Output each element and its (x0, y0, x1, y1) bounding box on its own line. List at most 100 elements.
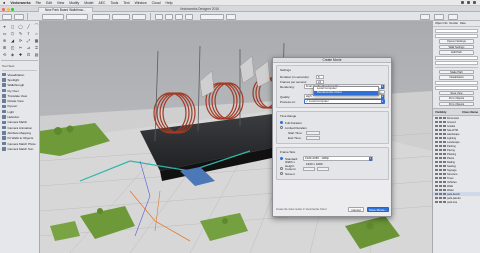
tab-render[interactable]: Render (450, 22, 459, 25)
fit-to-objects-button-2[interactable]: Fit to Objects (439, 101, 474, 106)
menu-aec[interactable]: AEC (98, 1, 105, 5)
grey-checkbox[interactable] (439, 168, 442, 172)
menu-edit[interactable]: Edit (46, 1, 52, 5)
visibility-checkbox[interactable] (435, 192, 438, 196)
object-field-1[interactable] (435, 29, 478, 33)
tool-icon[interactable]: ⟳ (17, 37, 24, 43)
hide-checkbox[interactable] (443, 180, 446, 184)
walkthrough-button[interactable] (185, 13, 193, 20)
flyover-settings-button[interactable]: Flyover Settings (439, 39, 474, 44)
tab-object-info[interactable]: Object Info (435, 22, 448, 25)
tool-icon[interactable]: ◈ (9, 51, 16, 57)
grey-checkbox[interactable] (439, 180, 442, 184)
hide-checkbox[interactable] (443, 172, 446, 176)
tool-icon[interactable]: ⊞ (1, 44, 8, 50)
grey-checkbox[interactable] (439, 116, 442, 120)
saved-views-dropdown[interactable] (200, 13, 224, 20)
hide-checkbox[interactable] (443, 144, 446, 148)
standard-select[interactable]: 1920x1080 - 1080p ▾ (303, 156, 373, 161)
menu-cloud[interactable]: Cloud (152, 1, 161, 5)
flyover-button[interactable] (175, 13, 183, 20)
make-path-button[interactable]: Make Path (439, 69, 474, 74)
grey-checkbox[interactable] (439, 156, 442, 160)
tool-icon[interactable]: ⤢ (25, 37, 32, 43)
save-view-button[interactable]: Save View (439, 90, 474, 95)
custom-height-field[interactable] (317, 166, 329, 171)
hide-checkbox[interactable] (443, 200, 446, 204)
object-field-2[interactable] (435, 34, 478, 38)
hide-checkbox[interactable] (443, 164, 446, 168)
menu-text[interactable]: Text (123, 1, 129, 5)
tool-icon[interactable]: ⊡ (25, 51, 32, 57)
visibility-checkbox[interactable] (435, 180, 438, 184)
tool-icon[interactable]: T (25, 30, 32, 36)
wifi-icon[interactable] (461, 1, 464, 4)
visibility-checkbox[interactable] (435, 172, 438, 176)
grey-checkbox[interactable] (439, 192, 442, 196)
save-movie-button[interactable]: Save Movie... (367, 207, 389, 212)
hide-checkbox[interactable] (443, 188, 446, 192)
tool-icon[interactable]: ◢ (9, 37, 16, 43)
tool-icon[interactable]: ⌒ (33, 23, 40, 29)
grey-checkbox[interactable] (439, 136, 442, 140)
hide-checkbox[interactable] (443, 136, 446, 140)
snapping-button[interactable] (434, 13, 444, 20)
tool-icon[interactable]: ◯ (17, 23, 24, 29)
screen-radio[interactable] (280, 172, 283, 175)
class-name-header[interactable]: Class Name (462, 110, 478, 114)
visibility-checkbox[interactable] (435, 164, 438, 168)
tab-data[interactable]: Data (460, 22, 465, 25)
hide-checkbox[interactable] (443, 168, 446, 172)
walk-settings-button[interactable]: Walk Settings (439, 44, 474, 49)
view-dropdown[interactable] (92, 13, 110, 20)
close-window-icon[interactable] (2, 7, 5, 11)
hide-checkbox[interactable] (443, 128, 446, 132)
object-field-3[interactable] (435, 55, 478, 60)
process-option-cloud[interactable]: Renderworks Cloud (314, 90, 378, 95)
end-time-field[interactable] (306, 135, 320, 140)
grey-checkbox[interactable] (439, 124, 442, 128)
tool-icon[interactable]: ⬠ (9, 30, 16, 36)
grey-checkbox[interactable] (439, 120, 442, 124)
hide-checkbox[interactable] (443, 152, 446, 156)
hide-checkbox[interactable] (443, 176, 446, 180)
hide-checkbox[interactable] (443, 160, 446, 164)
custom-radio[interactable] (280, 167, 283, 170)
tool-icon[interactable]: ⟲ (1, 51, 8, 57)
process-select[interactable]: ✓ Local Computer ▾ (303, 99, 385, 104)
hide-checkbox[interactable] (443, 192, 446, 196)
visibility-checkbox[interactable] (435, 120, 438, 124)
navigation-button[interactable] (420, 13, 430, 20)
tool-icon[interactable]: ╱ (25, 23, 32, 29)
tool-set-item[interactable]: Camera Match Photo (2, 141, 37, 146)
cancel-button[interactable]: Cancel (348, 207, 364, 212)
grey-checkbox[interactable] (439, 128, 442, 132)
tool-icon[interactable]: ⌗ (33, 44, 40, 50)
grey-checkbox[interactable] (439, 140, 442, 144)
full-duration-radio[interactable] (280, 121, 283, 124)
fit-to-window-button[interactable] (226, 13, 236, 20)
layer-dropdown[interactable] (42, 13, 64, 20)
hide-checkbox[interactable] (443, 132, 446, 136)
class-row[interactable]: park-tree (433, 200, 480, 204)
class-dropdown[interactable] (66, 13, 88, 20)
visibility-checkbox[interactable] (435, 128, 438, 132)
menu-model[interactable]: Model (84, 1, 93, 5)
visibility-checkbox[interactable] (435, 156, 438, 160)
grey-checkbox[interactable] (439, 196, 442, 200)
tool-icon[interactable]: ◻ (9, 23, 16, 29)
grey-checkbox[interactable] (439, 200, 442, 204)
tool-icon[interactable]: ◰ (9, 44, 16, 50)
grey-checkbox[interactable] (439, 172, 442, 176)
grey-checkbox[interactable] (439, 148, 442, 152)
menu-modify[interactable]: Modify (69, 1, 79, 5)
edit-path-button[interactable]: Edit Path (439, 50, 474, 55)
tool-mode-button[interactable] (2, 13, 12, 20)
document-tab[interactable]: New Park Board Walkthrou... (38, 6, 93, 12)
tool-icon[interactable]: ⊕ (1, 37, 8, 43)
spotlight-icon[interactable] (473, 1, 476, 4)
projection-dropdown[interactable] (132, 13, 146, 20)
menu-help[interactable]: Help (166, 1, 173, 5)
object-field-6[interactable] (435, 85, 478, 90)
tool-icon[interactable]: ✂ (17, 44, 24, 50)
